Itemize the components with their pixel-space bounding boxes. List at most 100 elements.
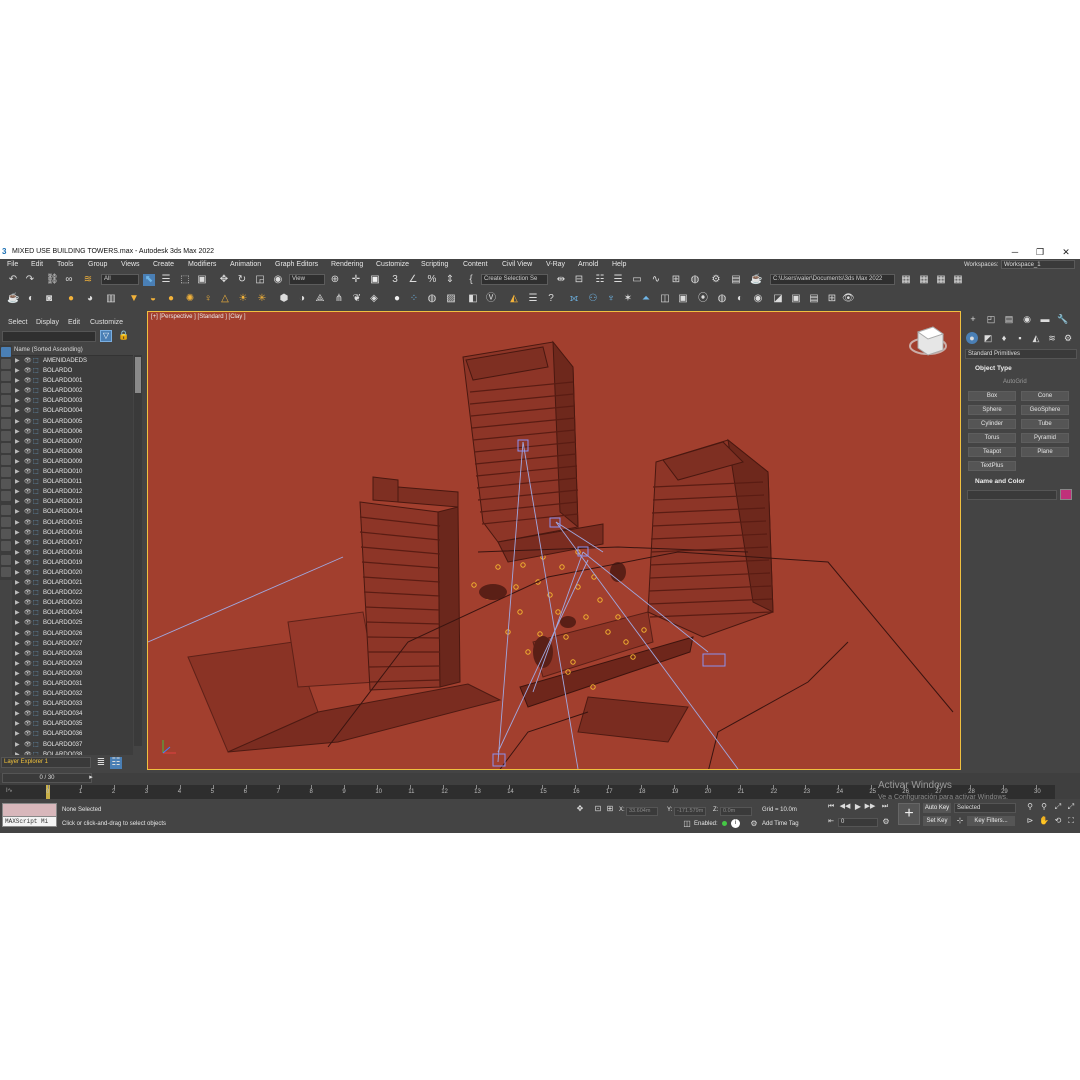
explorer-row[interactable]: ▶ 👁 ⬚ BOLARDO019 (12, 558, 133, 568)
hierarchy-tab-icon[interactable]: ▤ (1003, 313, 1015, 325)
previous-frame-icon[interactable]: ◀◀ (839, 801, 851, 813)
explorer-filter-funnel-icon[interactable] (1, 555, 11, 565)
multi-sphere-icon[interactable]: ⁘ (408, 293, 420, 305)
expand-arrow-icon[interactable]: ▶ (15, 528, 20, 538)
omni-light-icon[interactable]: ▼ (128, 293, 140, 305)
visibility-eye-icon[interactable]: 👁 (24, 467, 32, 477)
visibility-eye-icon[interactable]: 👁 (24, 568, 32, 578)
set-project-icon[interactable]: ▦ (935, 274, 947, 286)
explorer-row[interactable]: ▶ 👁 ⬚ BOLARDO034 (12, 709, 133, 719)
explorer-row[interactable]: ▶ 👁 ⬚ BOLARDO001 (12, 376, 133, 386)
expand-arrow-icon[interactable]: ▶ (15, 406, 20, 416)
visibility-eye-icon[interactable]: 👁 (24, 709, 32, 719)
display-shapes-icon[interactable] (1, 371, 11, 381)
visibility-eye-icon[interactable]: 👁 (24, 356, 32, 366)
visibility-eye-icon[interactable]: 👁 (24, 629, 32, 639)
expand-arrow-icon[interactable]: ▶ (15, 457, 20, 467)
cylinder-button[interactable]: Cylinder (968, 419, 1016, 429)
explorer-row[interactable]: ▶ 👁 ⬚ BOLARDO014 (12, 507, 133, 517)
visibility-eye-icon[interactable]: 👁 (24, 578, 32, 588)
visibility-eye-icon[interactable]: 👁 (24, 659, 32, 669)
light-bulb-icon[interactable]: ● (65, 293, 77, 305)
window-crossing-icon[interactable]: ▣ (196, 274, 208, 286)
visibility-eye-icon[interactable]: 👁 (24, 679, 32, 689)
visibility-eye-icon[interactable]: 👁 (24, 518, 32, 528)
percent-snap-icon[interactable]: % (426, 274, 438, 286)
expand-arrow-icon[interactable]: ▶ (15, 699, 20, 709)
camera-icon[interactable]: ◙ (43, 293, 55, 305)
visibility-eye-icon[interactable]: 👁 (24, 608, 32, 618)
ambient-light-icon[interactable]: ✳ (256, 293, 268, 305)
angle-snap-icon[interactable]: ∠ (407, 274, 419, 286)
visibility-eye-icon[interactable]: 👁 (24, 406, 32, 416)
explorer-folder-icon[interactable] (1, 567, 11, 577)
expand-arrow-icon[interactable]: ▶ (15, 447, 20, 457)
arnold-operators-icon[interactable]: ◉ (752, 293, 764, 305)
textplus-button[interactable]: TextPlus (968, 461, 1016, 471)
play-icon[interactable]: ▶ (852, 801, 864, 813)
display-xrefs-icon[interactable] (1, 443, 11, 453)
field-of-view-icon[interactable]: ⊳ (1024, 815, 1036, 827)
explorer-row[interactable]: ▶ 👁 ⬚ BOLARDO005 (12, 417, 133, 427)
z-coordinate[interactable]: 0.0m (720, 807, 752, 816)
visibility-eye-icon[interactable]: 👁 (24, 750, 32, 755)
geometry-category-icon[interactable]: ● (966, 332, 978, 344)
pan-icon[interactable]: ✋ (1038, 815, 1050, 827)
maximize-viewport-icon[interactable]: ⛶ (1065, 815, 1077, 827)
expand-arrow-icon[interactable]: ▶ (15, 497, 20, 507)
select-manipulate-icon[interactable]: ✛ (350, 274, 362, 286)
explorer-row[interactable]: ▶ 👁 ⬚ BOLARDO002 (12, 386, 133, 396)
explorer-row[interactable]: ▶ 👁 ⬚ BOLARDO030 (12, 669, 133, 679)
vray-fur-icon[interactable]: ⋔ (333, 293, 345, 305)
explorer-row[interactable]: ▶ 👁 ⬚ BOLARDO012 (12, 487, 133, 497)
material-icon[interactable]: ◕ (84, 293, 96, 305)
help-icon[interactable]: ? (545, 293, 557, 305)
explorer-row[interactable]: ▶ 👁 ⬚ AMENIDADEDS (12, 356, 133, 366)
menu-arnold[interactable]: Arnold (578, 261, 598, 268)
menu-views[interactable]: Views (121, 261, 140, 268)
expand-arrow-icon[interactable]: ▶ (15, 588, 20, 598)
arnold-scene-icon[interactable]: ▣ (790, 293, 802, 305)
expand-arrow-icon[interactable]: ▶ (15, 376, 20, 386)
select-object-icon[interactable]: ⬉ (143, 274, 155, 286)
display-invert-icon[interactable] (1, 517, 11, 527)
display-hidden-icon[interactable] (1, 491, 11, 501)
object-color-swatch[interactable] (1060, 489, 1072, 500)
explorer-row[interactable]: ▶ 👁 ⬚ BOLARDO035 (12, 719, 133, 729)
explorer-row[interactable]: ▶ 👁 ⬚ BOLARDO029 (12, 659, 133, 669)
display-none-icon[interactable] (1, 347, 11, 357)
visibility-eye-icon[interactable]: 👁 (24, 598, 32, 608)
x-coordinate[interactable]: 33.604m (626, 807, 658, 816)
menu-create[interactable]: Create (153, 261, 174, 268)
keyboard-shortcut-icon[interactable]: ▣ (369, 274, 381, 286)
arnold-render-view-icon[interactable]: ◫ (659, 293, 671, 305)
display-geometry-icon[interactable] (1, 359, 11, 369)
modify-tab-icon[interactable]: ◰ (985, 313, 997, 325)
menu-edit[interactable]: Edit (31, 261, 43, 268)
display-children-icon[interactable] (1, 529, 11, 539)
view-cube[interactable] (909, 326, 947, 356)
material-palette-icon[interactable]: ◍ (426, 293, 438, 305)
vray-logo-icon[interactable]: Ⓥ (485, 293, 497, 305)
render-iterative-icon[interactable]: ◐ (25, 293, 37, 305)
orbit-icon[interactable]: ⟲ (1052, 815, 1064, 827)
menu-file[interactable]: File (7, 261, 18, 268)
explorer-row[interactable]: ▶ 👁 ⬚ BOLARDO006 (12, 427, 133, 437)
arnold-aovs-icon[interactable]: ◐ (734, 293, 746, 305)
expand-arrow-icon[interactable]: ▶ (15, 518, 20, 528)
expand-arrow-icon[interactable]: ▶ (15, 689, 20, 699)
texture-icon[interactable]: ▨ (445, 293, 457, 305)
explorer-row[interactable]: ▶ 👁 ⬚ BOLARDO032 (12, 689, 133, 699)
arnold-lights-icon[interactable]: ⦿ (697, 293, 709, 305)
arnold-photometric-icon[interactable]: ⚇ (587, 293, 599, 305)
menu-civil-view[interactable]: Civil View (502, 261, 532, 268)
bind-space-warp-icon[interactable]: ≋ (82, 274, 94, 286)
enabled-indicator[interactable] (722, 821, 727, 826)
link-icon[interactable]: ⛓ (46, 274, 59, 286)
project-path-dropdown[interactable]: C:\Users\valer\Documents\3ds Max 2022 (770, 274, 895, 285)
explorer-row[interactable]: ▶ 👁 ⬚ BOLARDO021 (12, 578, 133, 588)
scrollbar-thumb[interactable] (135, 357, 141, 393)
mirror-icon[interactable]: ⇹ (555, 274, 567, 286)
explorer-row[interactable]: ▶ 👁 ⬚ BOLARDO020 (12, 568, 133, 578)
explorer-row[interactable]: ▶ 👁 ⬚ BOLARDO010 (12, 467, 133, 477)
